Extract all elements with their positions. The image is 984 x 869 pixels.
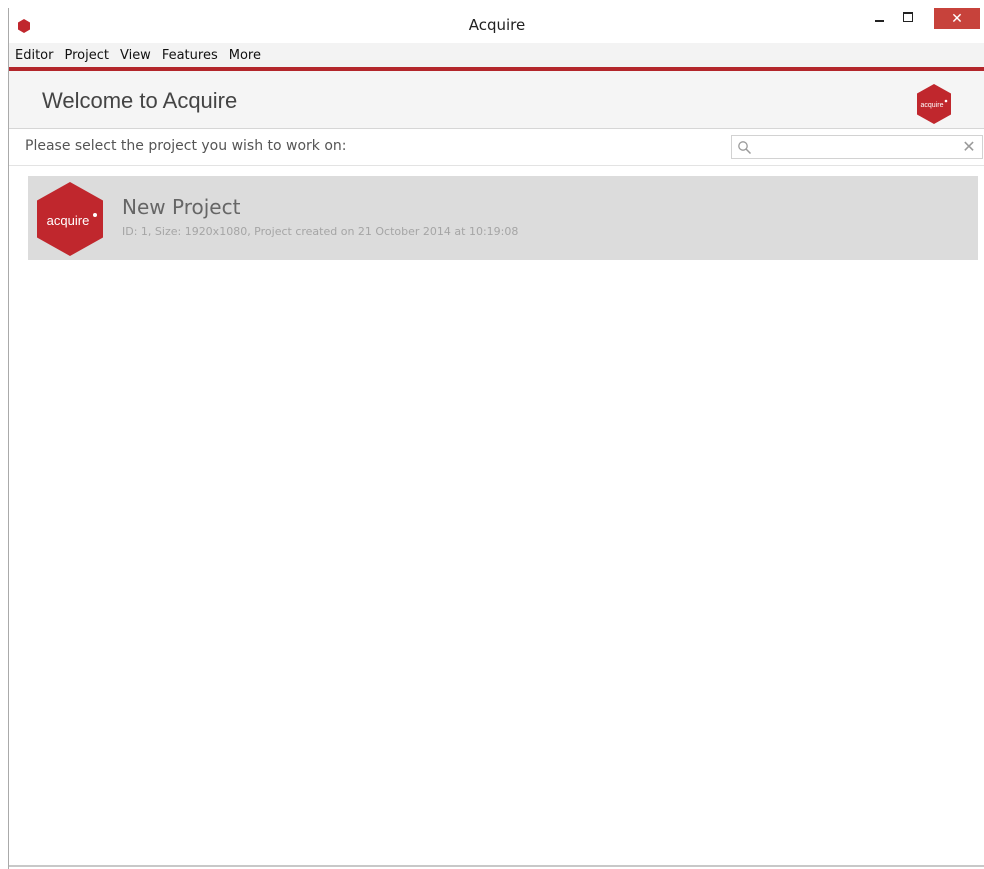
window-title: Acquire [468,16,526,34]
project-logo-text: acquire [47,213,90,228]
app-window: Acquire ✕ Editor Project View Features M… [8,8,984,869]
minimize-button[interactable] [866,8,892,28]
minimize-icon [874,20,884,22]
project-list-item[interactable]: acquire New Project ID: 1, Size: 1920x10… [28,176,978,260]
project-logo-icon: acquire [37,182,103,256]
instruction-row: Please select the project you wish to wo… [9,129,984,166]
search-icon [738,141,752,155]
window-bottom-border [9,865,984,867]
search-input[interactable] [756,138,960,158]
menu-item-features[interactable]: Features [156,48,223,63]
maximize-icon [903,11,913,22]
title-bar[interactable]: Acquire ✕ [9,8,984,42]
menu-item-project[interactable]: Project [58,48,113,63]
close-icon: ✕ [951,10,963,27]
instruction-text: Please select the project you wish to wo… [25,138,347,154]
maximize-button[interactable] [895,8,921,28]
menu-bar: Editor Project View Features More [9,43,984,67]
menu-item-view[interactable]: View [114,48,156,63]
svg-text:acquire: acquire [921,102,944,109]
close-button[interactable]: ✕ [934,8,980,29]
project-meta: ID: 1, Size: 1920x1080, Project created … [122,225,519,238]
clear-search-icon[interactable]: ✕ [960,138,978,156]
welcome-header: Welcome to Acquire acquire [9,71,984,129]
acquire-logo-icon: acquire [917,84,951,124]
menu-item-editor[interactable]: Editor [9,48,58,63]
menu-item-more[interactable]: More [223,48,266,63]
search-box[interactable]: ✕ [731,135,983,159]
project-name: New Project [122,195,241,219]
page-title: Welcome to Acquire [42,88,238,113]
